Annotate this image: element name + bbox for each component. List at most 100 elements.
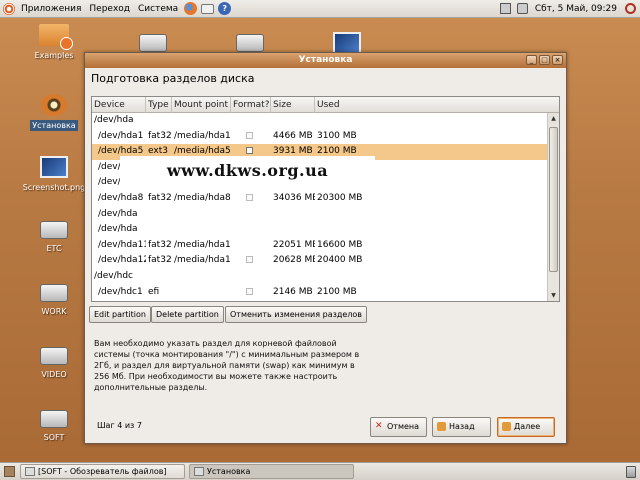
cell-type xyxy=(146,207,172,223)
minimize-button[interactable]: _ xyxy=(526,55,537,65)
maximize-button[interactable]: □ xyxy=(539,55,550,65)
help-icon[interactable]: ? xyxy=(218,2,232,15)
edit-partition-button[interactable]: Edit partition xyxy=(89,306,151,323)
partition-table[interactable]: Device Type Mount point Format? Size Use… xyxy=(91,96,560,302)
mail-icon[interactable] xyxy=(201,3,215,14)
column-header-mount[interactable]: Mount point xyxy=(172,97,231,113)
cell-type: efi xyxy=(148,286,160,297)
cell-used: 3100 MB xyxy=(317,130,357,141)
top-panel: Приложения Переход Система ? Сбт, 5 Май,… xyxy=(0,0,640,18)
show-desktop-icon[interactable] xyxy=(4,466,15,477)
ubuntu-logo-icon[interactable] xyxy=(3,2,15,15)
desktop-icon-installer[interactable]: Установка xyxy=(14,94,94,131)
table-row[interactable]: /dev/hda xyxy=(92,207,547,223)
cell-format xyxy=(231,129,271,145)
task-installer[interactable]: Установка xyxy=(189,464,354,479)
cell-format xyxy=(231,222,271,238)
folder-icon xyxy=(39,24,73,50)
cell-type xyxy=(146,222,172,238)
network-icon[interactable] xyxy=(499,3,511,14)
scroll-down-icon[interactable]: ▼ xyxy=(548,290,559,301)
power-icon[interactable] xyxy=(625,3,636,14)
clock[interactable]: Сбт, 5 Май, 09:29 xyxy=(531,4,621,14)
format-checkbox[interactable] xyxy=(246,287,253,295)
window-titlebar[interactable]: Установка _ □ × xyxy=(85,53,566,68)
task-label: Установка xyxy=(207,467,251,476)
table-row[interactable]: /dev/hdc xyxy=(92,269,547,285)
column-header-size[interactable]: Size xyxy=(271,97,315,113)
step-indicator: Шаг 4 из 7 xyxy=(97,421,142,430)
format-checkbox[interactable] xyxy=(246,193,253,201)
format-checkbox[interactable] xyxy=(246,131,253,139)
table-row[interactable]: /dev/hda xyxy=(92,113,547,129)
desktop-icon-screenshot[interactable]: Screenshot.png xyxy=(14,156,94,193)
desktop-icon-video[interactable]: VIDEO xyxy=(14,347,94,380)
desktop-icon-label: WORK xyxy=(41,307,67,316)
cell-mount: /media/hda11 xyxy=(174,239,231,250)
cell-mount xyxy=(172,285,231,301)
menu-applications[interactable]: Приложения xyxy=(17,0,85,18)
task-file-browser[interactable]: [SOFT - Обозреватель файлов] xyxy=(20,464,185,479)
installer-icon xyxy=(194,467,204,476)
forward-button[interactable]: Далее xyxy=(497,417,555,437)
bottom-panel: [SOFT - Обозреватель файлов] Установка xyxy=(0,462,640,480)
watermark: www.dkws.org.ua xyxy=(120,156,375,186)
firefox-icon[interactable] xyxy=(184,2,198,15)
menu-system[interactable]: Система xyxy=(134,0,182,18)
drive-icon xyxy=(40,221,68,239)
cell-format xyxy=(231,285,271,301)
cell-mount xyxy=(172,207,231,223)
table-row[interactable]: /dev/hda xyxy=(92,222,547,238)
drive-icon xyxy=(40,284,68,302)
format-checkbox[interactable] xyxy=(246,147,253,155)
column-header-device[interactable]: Device xyxy=(92,97,146,113)
desktop-icon-label: SOFT xyxy=(43,433,65,442)
cell-format xyxy=(231,207,271,223)
desktop-icon-label: Screenshot.png xyxy=(22,183,86,192)
cell-format xyxy=(231,269,271,285)
cell-format xyxy=(231,253,271,269)
cell-used: 20300 MB xyxy=(317,192,363,203)
back-button[interactable]: Назад xyxy=(432,417,491,437)
panel-tray: Сбт, 5 Май, 09:29 xyxy=(497,0,640,18)
table-row[interactable]: /dev/hdc1 efi 2146 MB 2100 MB xyxy=(92,285,547,301)
page-title: Подготовка разделов диска xyxy=(91,72,255,85)
table-row[interactable]: /dev/hda8 fat32/media/hda8 34036 MB 20300 M… xyxy=(92,191,547,207)
column-header-used[interactable]: Used xyxy=(315,97,559,113)
cell-device: /dev/hda1 xyxy=(98,130,144,141)
info-text: Вам необходимо указать раздел для корнев… xyxy=(94,339,360,392)
desktop-icon-work[interactable]: WORK xyxy=(14,284,94,317)
scrollbar-thumb[interactable] xyxy=(549,127,558,272)
cell-used xyxy=(315,207,375,223)
table-scrollbar[interactable]: ▲ ▼ xyxy=(547,113,559,301)
forward-label: Далее xyxy=(514,422,541,431)
format-checkbox[interactable] xyxy=(246,256,253,264)
cell-used: 16600 MB xyxy=(317,239,363,250)
delete-partition-button[interactable]: Delete partition xyxy=(151,306,224,323)
cell-format xyxy=(231,113,271,129)
cell-type xyxy=(146,269,172,285)
table-row[interactable]: /dev/hda11 fat32/media/hda11 22051 MB 16600… xyxy=(92,238,547,254)
table-row[interactable]: /dev/hda12 fat32/media/hda12 20628 MB 20400… xyxy=(92,253,547,269)
window-title: Установка xyxy=(298,55,353,65)
partition-rows: /dev/hda/dev/hda1 fat32/media/hda1 4466 MB… xyxy=(92,113,547,300)
folder-icon xyxy=(25,467,35,476)
table-header: Device Type Mount point Format? Size Use… xyxy=(92,97,559,113)
scroll-up-icon[interactable]: ▲ xyxy=(548,113,559,124)
cell-size xyxy=(271,207,315,223)
undo-partition-changes-button[interactable]: Отменить изменения разделов xyxy=(225,306,368,323)
menu-places[interactable]: Переход xyxy=(85,0,134,18)
desktop-icon-examples[interactable]: Examples xyxy=(14,24,94,61)
close-button[interactable]: × xyxy=(552,55,563,65)
trash-icon[interactable] xyxy=(626,465,636,478)
desktop-icon-etc[interactable]: ETC xyxy=(14,221,94,254)
column-header-format[interactable]: Format? xyxy=(231,97,271,113)
cell-size: 22051 MB xyxy=(273,239,315,250)
table-row[interactable]: /dev/hda1 fat32/media/hda1 4466 MB 3100 MB xyxy=(92,129,547,145)
desktop-icon-soft[interactable]: SOFT xyxy=(14,410,94,443)
cancel-button[interactable]: ✕ Отмена xyxy=(370,417,427,437)
cell-device: /dev/hdc1 xyxy=(98,286,143,297)
column-header-type[interactable]: Type xyxy=(146,97,172,113)
volume-icon[interactable] xyxy=(516,3,528,14)
cell-type: fat32 xyxy=(148,239,172,250)
